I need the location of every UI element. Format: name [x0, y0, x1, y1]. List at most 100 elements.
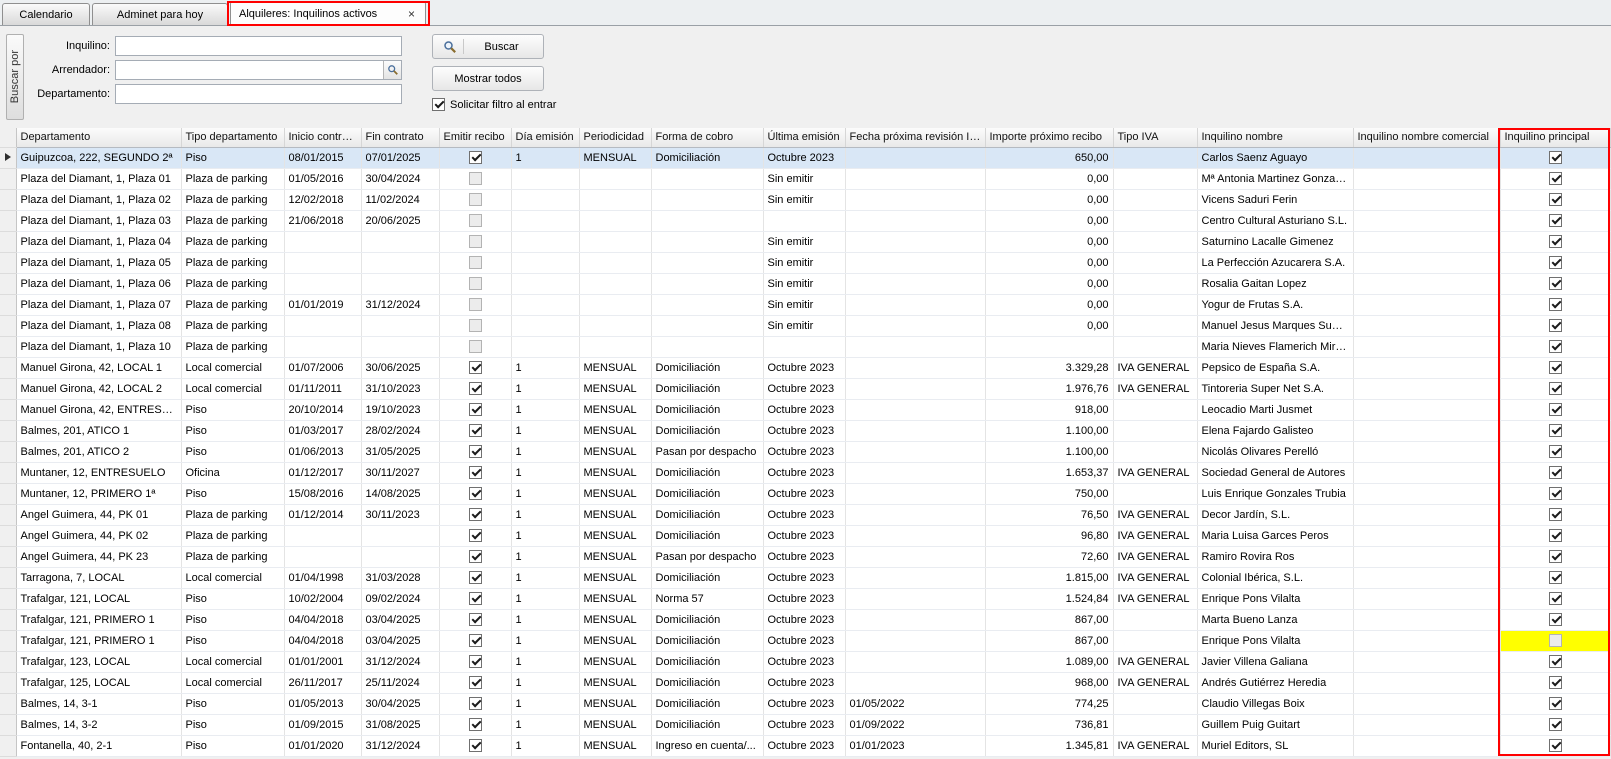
cell-forma[interactable]: [651, 336, 763, 357]
cell-fin[interactable]: [361, 336, 439, 357]
cell-forma[interactable]: Domiciliación: [651, 147, 763, 168]
cell-com[interactable]: [1353, 693, 1500, 714]
cell-tipo[interactable]: Piso: [181, 735, 284, 756]
cell-tipo[interactable]: Plaza de parking: [181, 294, 284, 315]
cell-per[interactable]: MENSUAL: [579, 546, 651, 567]
cell-ipc[interactable]: [845, 315, 985, 336]
cell-ultima[interactable]: Octubre 2023: [763, 651, 845, 672]
cell-com[interactable]: [1353, 714, 1500, 735]
unchecked-checkbox-icon[interactable]: [469, 214, 482, 227]
cell-dia[interactable]: 1: [511, 441, 579, 462]
cell-dia[interactable]: [511, 189, 579, 210]
cell-com[interactable]: [1353, 189, 1500, 210]
cell-inq[interactable]: Centro Cultural Asturiano S.L.: [1197, 210, 1353, 231]
cell-emitir[interactable]: [439, 315, 511, 336]
cell-tipo[interactable]: Plaza de parking: [181, 546, 284, 567]
unchecked-checkbox-icon[interactable]: [469, 172, 482, 185]
cell-ipc[interactable]: [845, 399, 985, 420]
checked-checkbox-icon[interactable]: [1549, 151, 1562, 164]
checked-checkbox-icon[interactable]: [1549, 550, 1562, 563]
column-header-importe[interactable]: Importe próximo recibo: [985, 128, 1113, 147]
cell-per[interactable]: MENSUAL: [579, 378, 651, 399]
cell-dia[interactable]: 1: [511, 714, 579, 735]
cell-emitir[interactable]: [439, 273, 511, 294]
unchecked-checkbox-icon[interactable]: [469, 298, 482, 311]
cell-per[interactable]: [579, 231, 651, 252]
cell-principal[interactable]: [1500, 168, 1610, 189]
cell-per[interactable]: [579, 189, 651, 210]
cell-ultima[interactable]: [763, 210, 845, 231]
cell-fin[interactable]: [361, 315, 439, 336]
cell-dia[interactable]: [511, 210, 579, 231]
cell-com[interactable]: [1353, 672, 1500, 693]
cell-principal[interactable]: [1500, 693, 1610, 714]
cell-dep[interactable]: Muntaner, 12, PRIMERO 1ª: [16, 483, 181, 504]
cell-per[interactable]: MENSUAL: [579, 609, 651, 630]
cell-iva[interactable]: [1113, 714, 1197, 735]
cell-per[interactable]: MENSUAL: [579, 441, 651, 462]
cell-inq[interactable]: Enrique Pons Vilalta: [1197, 588, 1353, 609]
cell-ultima[interactable]: Octubre 2023: [763, 588, 845, 609]
cell-principal[interactable]: [1500, 147, 1610, 168]
checked-checkbox-icon[interactable]: [469, 592, 482, 605]
cell-ipc[interactable]: [845, 420, 985, 441]
cell-inq[interactable]: La Perfección Azucarera S.A.: [1197, 252, 1353, 273]
cell-dia[interactable]: 1: [511, 588, 579, 609]
cell-dia[interactable]: 1: [511, 567, 579, 588]
cell-inicio[interactable]: 01/05/2013: [284, 693, 361, 714]
cell-emitir[interactable]: [439, 651, 511, 672]
cell-tipo[interactable]: Plaza de parking: [181, 315, 284, 336]
cell-com[interactable]: [1353, 441, 1500, 462]
cell-inicio[interactable]: [284, 252, 361, 273]
cell-iva[interactable]: IVA GENERAL: [1113, 651, 1197, 672]
cell-dep[interactable]: Balmes, 201, ATICO 2: [16, 441, 181, 462]
checked-checkbox-icon[interactable]: [1549, 172, 1562, 185]
cell-inicio[interactable]: 08/01/2015: [284, 147, 361, 168]
cell-ipc[interactable]: [845, 630, 985, 651]
cell-forma[interactable]: Domiciliación: [651, 378, 763, 399]
cell-forma[interactable]: Domiciliación: [651, 420, 763, 441]
cell-inicio[interactable]: 15/08/2016: [284, 483, 361, 504]
cell-fin[interactable]: 09/02/2024: [361, 588, 439, 609]
cell-principal[interactable]: [1500, 651, 1610, 672]
cell-fin[interactable]: [361, 273, 439, 294]
cell-inicio[interactable]: [284, 336, 361, 357]
cell-dep[interactable]: Manuel Girona, 42, ENTRESUELO: [16, 399, 181, 420]
cell-emitir[interactable]: [439, 168, 511, 189]
column-header-forma[interactable]: Forma de cobro: [651, 128, 763, 147]
cell-tipo[interactable]: Piso: [181, 693, 284, 714]
cell-inq[interactable]: Rosalia Gaitan Lopez: [1197, 273, 1353, 294]
cell-com[interactable]: [1353, 504, 1500, 525]
cell-ipc[interactable]: [845, 441, 985, 462]
cell-iva[interactable]: [1113, 294, 1197, 315]
cell-inicio[interactable]: 01/12/2014: [284, 504, 361, 525]
cell-com[interactable]: [1353, 168, 1500, 189]
cell-inicio[interactable]: [284, 525, 361, 546]
cell-tipo[interactable]: Plaza de parking: [181, 231, 284, 252]
cell-forma[interactable]: [651, 294, 763, 315]
cell-fin[interactable]: 07/01/2025: [361, 147, 439, 168]
cell-ipc[interactable]: [845, 651, 985, 672]
checked-checkbox-icon[interactable]: [1549, 697, 1562, 710]
cell-iva[interactable]: [1113, 210, 1197, 231]
cell-com[interactable]: [1353, 357, 1500, 378]
cell-principal[interactable]: [1500, 357, 1610, 378]
cell-importe[interactable]: 650,00: [985, 147, 1113, 168]
cell-dia[interactable]: 1: [511, 546, 579, 567]
cell-ipc[interactable]: [845, 462, 985, 483]
cell-importe[interactable]: 0,00: [985, 315, 1113, 336]
cell-ipc[interactable]: [845, 378, 985, 399]
cell-forma[interactable]: [651, 189, 763, 210]
checked-checkbox-icon[interactable]: [1549, 340, 1562, 353]
cell-forma[interactable]: Domiciliación: [651, 357, 763, 378]
cell-fin[interactable]: 31/10/2023: [361, 378, 439, 399]
cell-importe[interactable]: 867,00: [985, 609, 1113, 630]
cell-dia[interactable]: 1: [511, 357, 579, 378]
cell-inq[interactable]: Luis Enrique Gonzales Trubia: [1197, 483, 1353, 504]
cell-com[interactable]: [1353, 651, 1500, 672]
cell-per[interactable]: MENSUAL: [579, 714, 651, 735]
table-row[interactable]: Angel Guimera, 44, PK 01Plaza de parking…: [0, 504, 1610, 525]
cell-ipc[interactable]: [845, 504, 985, 525]
cell-ultima[interactable]: Octubre 2023: [763, 483, 845, 504]
cell-ultima[interactable]: Sin emitir: [763, 168, 845, 189]
